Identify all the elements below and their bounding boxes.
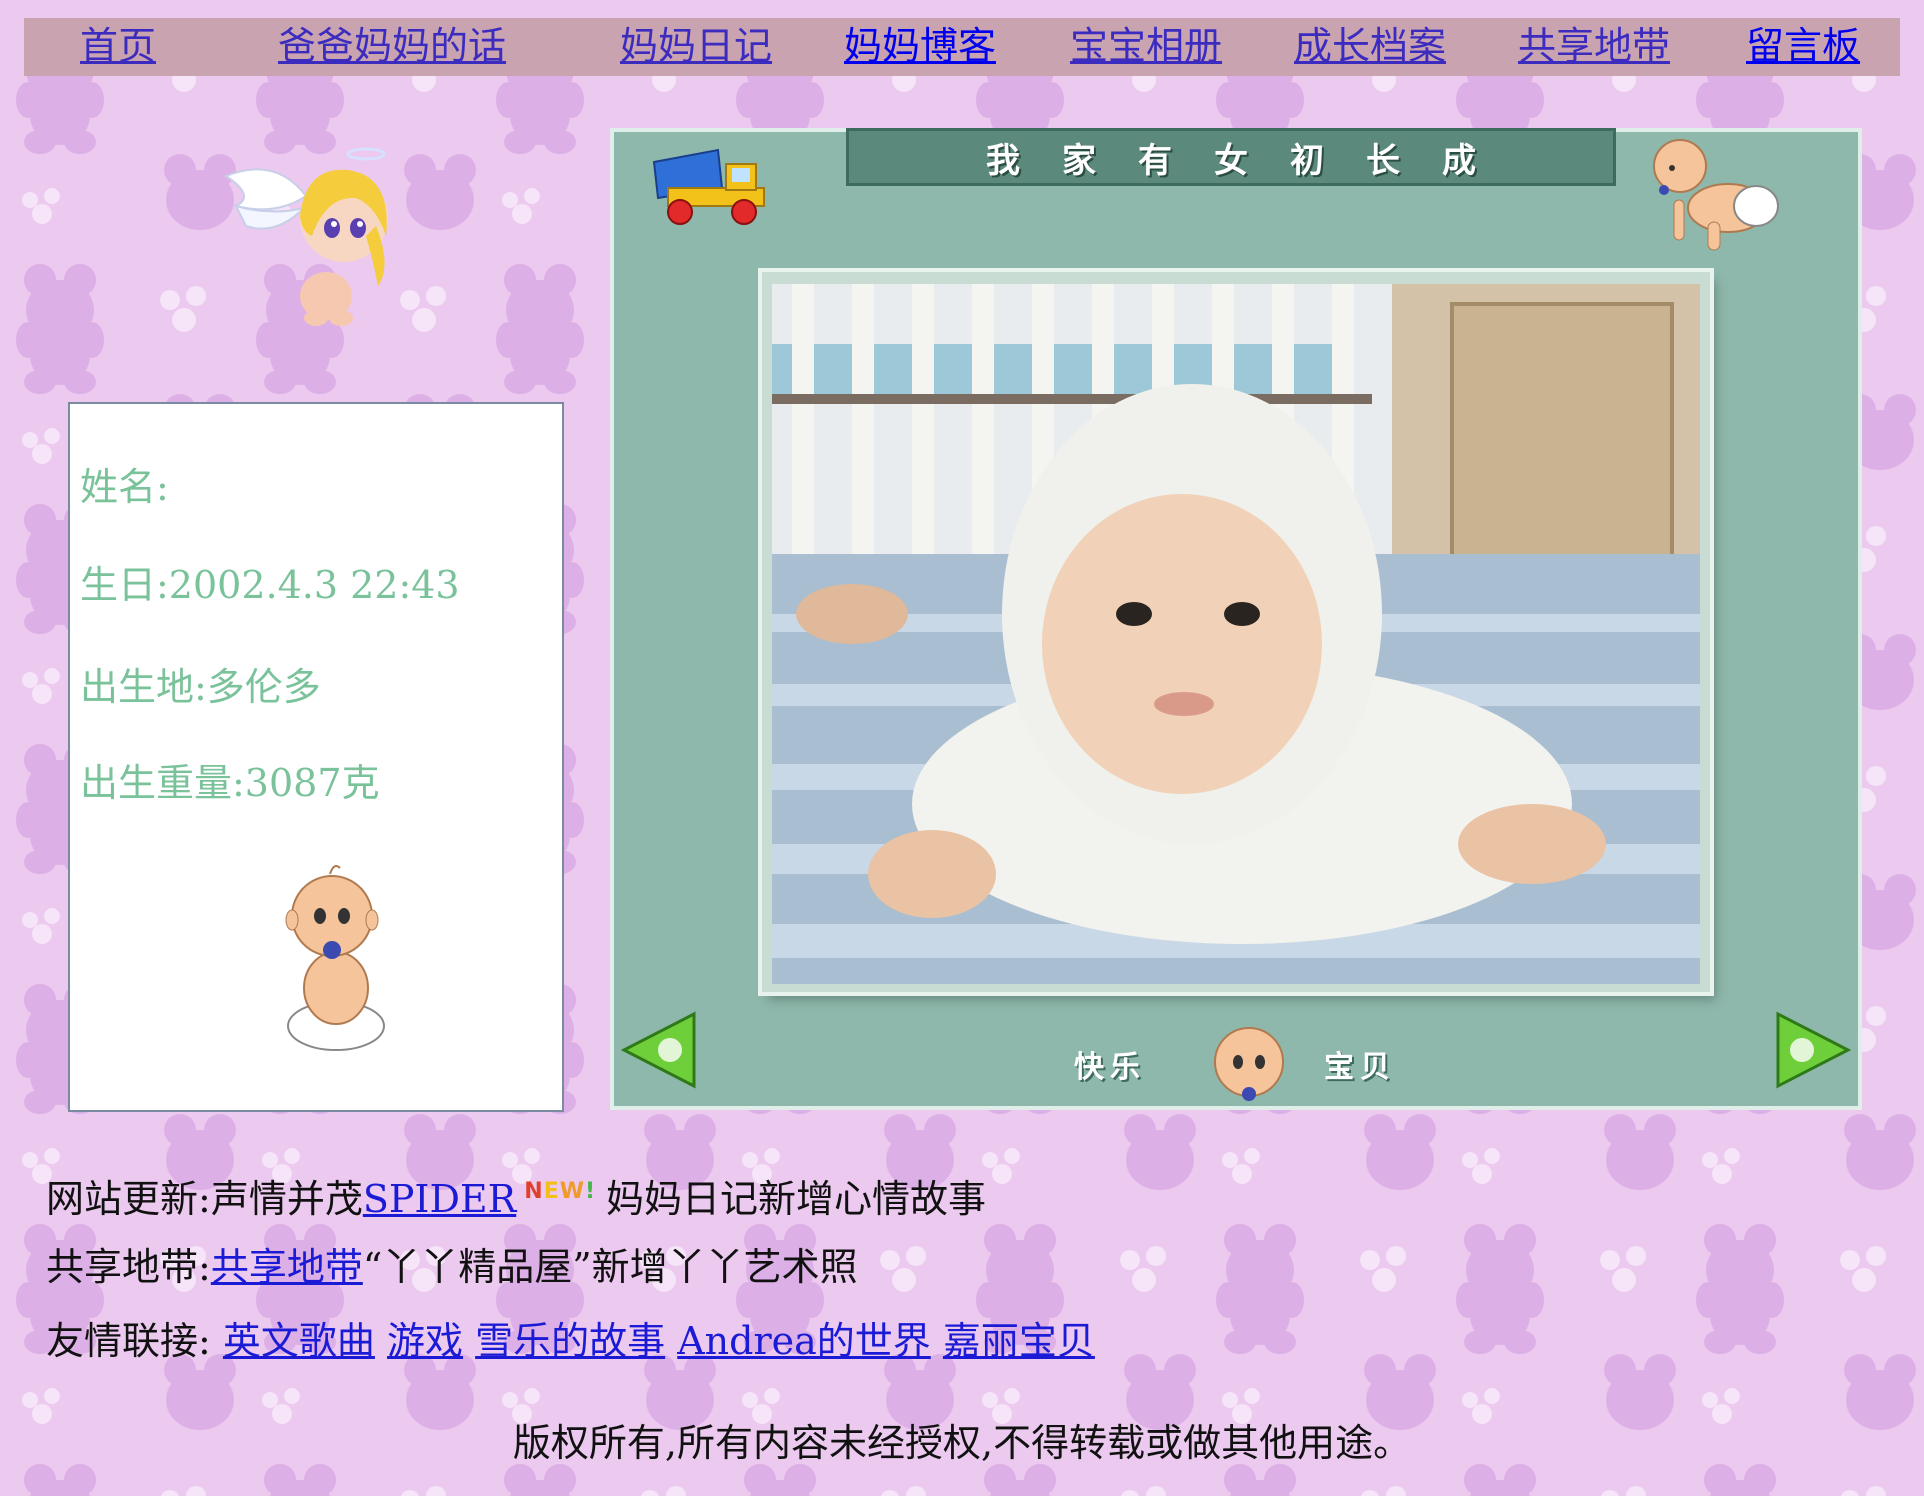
- friend-link-andrea-world[interactable]: Andrea的世界: [677, 1319, 931, 1363]
- baby-photo-mat: [762, 272, 1710, 992]
- spider-link[interactable]: SPIDER: [363, 1177, 516, 1221]
- site-update-suffix: 妈妈日记新增心情故事: [606, 1177, 987, 1221]
- banner-title-bar: 我家有女初长成: [846, 128, 1616, 186]
- previous-arrow-button[interactable]: [620, 1010, 698, 1090]
- friend-links-label: 友情联接:: [46, 1319, 211, 1363]
- birthplace-field: 出生地:多伦多: [80, 665, 321, 709]
- name-field: 姓名:: [80, 465, 169, 509]
- happy-baby-caption: 快乐 宝贝: [1074, 1012, 1494, 1102]
- shared-zone-line: 共享地带:共享地带“丫丫精品屋”新增丫丫艺术照: [46, 1236, 858, 1291]
- birthday-field: 生日:2002.4.3 22:43: [80, 563, 460, 607]
- banner-title: 我家有女初长成: [986, 140, 1518, 181]
- site-update-line: 网站更新:声情并茂SPIDER NEW! 妈妈日记新增心情故事: [46, 1168, 986, 1223]
- nav-guestbook[interactable]: 留言板: [1746, 25, 1860, 68]
- shared-zone-text: “丫丫精品屋”新增丫丫艺术照: [362, 1245, 858, 1289]
- baby-profile-box: 姓名: 生日:2002.4.3 22:43 出生地:多伦多 出生重量:3087克: [68, 402, 564, 1112]
- site-update-label: 网站更新:: [46, 1177, 211, 1221]
- next-arrow-button[interactable]: [1774, 1010, 1852, 1090]
- shared-zone-link[interactable]: 共享地带: [211, 1245, 363, 1289]
- friend-link-games[interactable]: 游戏: [387, 1319, 463, 1363]
- caption-right: 宝贝: [1324, 1050, 1396, 1085]
- friend-link-xuele-story[interactable]: 雪乐的故事: [475, 1319, 665, 1363]
- crawling-baby-image: [1644, 132, 1784, 252]
- birth-weight-field: 出生重量:3087克: [80, 761, 380, 805]
- nav-parents-words[interactable]: 爸爸妈妈的话: [278, 25, 506, 68]
- site-update-prefix: 声情并茂: [210, 1177, 363, 1221]
- nav-baby-album[interactable]: 宝宝相册: [1070, 25, 1222, 68]
- sitting-baby-image: [270, 858, 400, 1058]
- baby-photo: [772, 284, 1700, 984]
- new-badge: NEW!: [524, 1179, 597, 1204]
- photo-frame-panel: 我家有女初长成 快乐 宝贝: [610, 128, 1862, 1110]
- copyright-notice: 版权所有,所有内容未经授权,不得转载或做其他用途。: [512, 1421, 1412, 1465]
- top-nav: 首页 爸爸妈妈的话 妈妈日记 妈妈博客 宝宝相册 成长档案 共享地带 留言板: [24, 18, 1900, 76]
- friend-link-jiali-baby[interactable]: 嘉丽宝贝: [943, 1319, 1095, 1363]
- friend-links-line: 友情联接: 英文歌曲 游戏 雪乐的故事 Andrea的世界 嘉丽宝贝: [46, 1310, 1095, 1365]
- baby-face-icon: [1204, 1018, 1294, 1108]
- nav-mom-diary[interactable]: 妈妈日记: [620, 25, 772, 68]
- angel-image: [216, 146, 416, 326]
- friend-link-english-songs[interactable]: 英文歌曲: [223, 1319, 375, 1363]
- toy-truck-image: [648, 142, 768, 242]
- nav-home[interactable]: 首页: [80, 25, 156, 68]
- caption-left: 快乐: [1074, 1050, 1146, 1085]
- shared-zone-label: 共享地带:: [46, 1245, 211, 1289]
- nav-shared-zone[interactable]: 共享地带: [1518, 25, 1670, 68]
- nav-mom-blog[interactable]: 妈妈博客: [844, 25, 996, 68]
- nav-growth-archive[interactable]: 成长档案: [1294, 25, 1446, 68]
